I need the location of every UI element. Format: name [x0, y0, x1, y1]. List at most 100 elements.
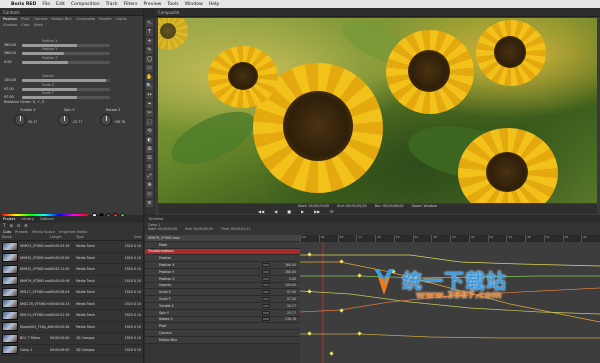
keyframe-toggle[interactable] — [262, 297, 270, 302]
keyframe-toggle[interactable] — [262, 269, 270, 274]
tab-presets[interactable]: Presets — [15, 230, 28, 234]
param-slider[interactable] — [22, 78, 110, 82]
keyframe-toggle[interactable] — [262, 276, 270, 281]
list-item[interactable]: 0M1178_VTSHD.mov00:00:04:13 Media Track 19… — [0, 299, 143, 310]
list-item[interactable]: 0M117_VTSHD.mov 00:00:06:04 Media Track 192… — [0, 287, 143, 299]
rotation-value[interactable]: 138.76 — [114, 120, 125, 124]
tab-position[interactable]: Position — [3, 17, 17, 21]
tab-media-space[interactable]: Media Space — [32, 230, 55, 234]
menu-edit[interactable]: Edit — [56, 2, 65, 7]
timeline-track-row[interactable]: Transformations — [145, 248, 300, 256]
timeline-track-row[interactable]: Mask — [145, 241, 300, 249]
tab-pixel[interactable]: Pixel — [21, 17, 29, 21]
menu-window[interactable]: Window — [185, 2, 203, 7]
track-value[interactable]: 100.00 — [285, 283, 296, 287]
tab-camera[interactable]: Camera — [33, 17, 47, 21]
tab-render[interactable]: Render — [99, 17, 112, 21]
text-tool-icon[interactable]: T — [3, 223, 5, 229]
col-length[interactable]: Length — [50, 235, 76, 240]
param-value[interactable]: 288.00 — [4, 51, 22, 55]
composite-viewer[interactable] — [158, 18, 597, 203]
param-value[interactable]: 0.00 — [4, 60, 22, 64]
timeline-track-row[interactable]: 0MH79_VTSHD.mov — [145, 235, 300, 242]
folder-icon[interactable]: ⊟ — [17, 223, 20, 229]
timeline-track-row[interactable]: Opacity 100.00 — [145, 282, 300, 290]
col-size[interactable]: Size — [104, 235, 141, 240]
tool-icon[interactable]: ≡ — [146, 200, 153, 207]
transport-button-icon[interactable]: ▶ — [301, 209, 304, 214]
timeline-track-row[interactable]: Position — [145, 255, 300, 263]
transport-button-icon[interactable]: ⟳ — [330, 209, 333, 214]
track-value[interactable]: 288.00 — [285, 270, 296, 274]
timeline-track-row[interactable]: Scale X 97.00 — [145, 289, 300, 297]
tool-icon[interactable]: ⤢ — [146, 173, 153, 180]
keyframe-toggle[interactable] — [262, 283, 270, 288]
tab-motion-blur[interactable]: Motion Blur — [51, 17, 72, 21]
menu-preview[interactable]: Preview — [143, 2, 161, 7]
grid-icon[interactable]: ⊞ — [9, 223, 12, 229]
tab-composite[interactable]: Composite — [76, 17, 95, 21]
tool-icon[interactable]: ⊡ — [146, 155, 153, 162]
tool-icon[interactable]: ⇧ — [146, 164, 153, 171]
tab-shadow[interactable]: Shadow — [3, 23, 17, 27]
param-slider[interactable] — [22, 87, 110, 91]
tool-icon[interactable]: 🔍 — [146, 83, 153, 90]
param-value[interactable]: 360.00 — [4, 43, 22, 47]
rotation-value[interactable]: -33.77 — [72, 120, 82, 124]
tool-icon[interactable]: ◯ — [146, 56, 153, 63]
tab-imported-media[interactable]: Imported Media — [59, 230, 87, 234]
track-value[interactable]: 97.00 — [287, 297, 296, 301]
menu-file[interactable]: File — [42, 2, 50, 7]
timeline-ruler[interactable]: 00 04 08 12 16 20 24 28 32 36 40 44 48 52 56 60 — [300, 235, 600, 242]
menu-track[interactable]: Track — [106, 2, 118, 7]
list-item[interactable]: 0MH32_VTSHD.mov 00:00:05:09 Media Track 192… — [0, 253, 143, 264]
menu-app-name[interactable]: Boris RED — [11, 2, 36, 7]
tool-icon[interactable]: ⊞ — [146, 146, 153, 153]
tool-icon[interactable]: ⬚ — [146, 119, 153, 126]
timeline-track-row[interactable]: Rotate Z 138.76 — [145, 316, 300, 324]
list-item[interactable]: Sheep001_720p_Andfr00:00:00:28 Media Trac… — [0, 322, 143, 333]
param-value[interactable]: 97.00 — [4, 95, 22, 99]
rotation-dial-icon[interactable] — [100, 114, 112, 126]
list-item[interactable]: 0MH23_VTSHD.mov 00:00:03:16 Media Track 192… — [0, 241, 143, 253]
keyframe-toggle[interactable] — [262, 303, 270, 308]
timeline-track-row[interactable]: Spin Y -33.77 — [145, 309, 300, 317]
tab-lights[interactable]: Lights — [116, 17, 127, 21]
rotation-value[interactable]: 30.17 — [28, 120, 37, 124]
keyframe-toggle[interactable] — [262, 290, 270, 295]
transport-button-icon[interactable]: ◀ — [274, 209, 277, 214]
tool-icon[interactable]: ✂ — [146, 110, 153, 117]
rotation-dial-icon[interactable] — [14, 114, 26, 126]
col-type[interactable]: Type — [76, 235, 104, 240]
tool-icon[interactable]: ↖ — [146, 20, 153, 27]
rotation-order[interactable]: Rotation Order: X, Y, Z — [4, 100, 44, 104]
timeline-track-row[interactable]: Position Z 0.00 — [145, 275, 300, 283]
param-value[interactable]: 97.00 — [4, 87, 22, 91]
timeline-track-row[interactable]: Scale Y 97.00 — [145, 296, 300, 303]
list-item[interactable]: 0M174_VTSHD.mov 00:00:01:16 Media Track 192… — [0, 310, 143, 322]
track-value[interactable]: -33.77 — [286, 311, 296, 315]
track-value[interactable]: 360.00 — [285, 263, 296, 267]
transport-button-icon[interactable]: ▶▶ — [314, 209, 320, 214]
tool-icon[interactable]: ✋ — [146, 74, 153, 81]
tab-cuts[interactable]: Cuts — [3, 230, 11, 234]
keyframe-toggle[interactable] — [262, 263, 270, 268]
track-value[interactable]: 138.76 — [285, 317, 296, 321]
keyframe-toggle[interactable] — [262, 317, 270, 322]
tool-icon[interactable]: + — [146, 38, 153, 45]
track-value[interactable]: 0.00 — [289, 277, 296, 281]
list-item[interactable]: Comp 1 00:00:09:00 3D Compos 1920 X 10 — [0, 345, 143, 356]
list-item[interactable]: 0MH32_VTSHD.mov 00:00:11:00 Media Track 192… — [0, 264, 143, 276]
menu-help[interactable]: Help — [209, 2, 219, 7]
tool-icon[interactable]: ✎ — [146, 47, 153, 54]
list-item[interactable]: 0MH79_VTSHD.mov 00:00:05:06 Media Track 192… — [0, 276, 143, 287]
tab-options[interactable]: Options — [40, 217, 54, 222]
transport-zoom[interactable]: Zoom: Window — [412, 204, 437, 208]
timeline-track-row[interactable]: Position X 360.00 — [145, 262, 300, 269]
param-slider[interactable] — [22, 43, 110, 47]
tool-icon[interactable]: T — [146, 29, 153, 36]
timeline-track-row[interactable]: Position Y 288.00 — [145, 268, 300, 276]
settings-icon[interactable]: ⚙ — [24, 223, 28, 229]
track-value[interactable]: 30.17 — [287, 304, 296, 308]
param-slider[interactable] — [22, 95, 110, 99]
